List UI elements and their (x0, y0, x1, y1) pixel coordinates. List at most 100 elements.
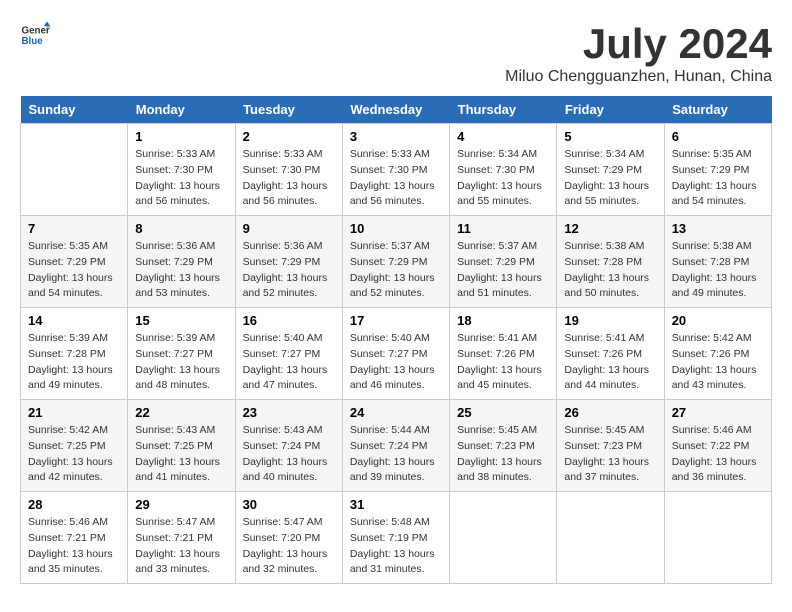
calendar-cell: 27Sunrise: 5:46 AMSunset: 7:22 PMDayligh… (664, 400, 771, 492)
calendar-cell: 4 Sunrise: 5:34 AMSunset: 7:30 PMDaylight… (450, 124, 557, 216)
day-number: 7 (28, 221, 120, 236)
calendar-cell: 20Sunrise: 5:42 AMSunset: 7:26 PMDayligh… (664, 308, 771, 400)
day-number: 28 (28, 497, 120, 512)
day-info: Sunrise: 5:48 AMSunset: 7:19 PMDaylight:… (350, 515, 442, 578)
calendar-cell: 14Sunrise: 5:39 AMSunset: 7:28 PMDayligh… (21, 308, 128, 400)
day-info: Sunrise: 5:41 AMSunset: 7:26 PMDaylight:… (564, 331, 656, 394)
day-info: Sunrise: 5:34 AMSunset: 7:29 PMDaylight:… (564, 147, 656, 210)
calendar-cell: 21 Sunrise: 5:42 AMSunset: 7:25 PMDayligh… (21, 400, 128, 492)
calendar-cell: 31 Sunrise: 5:48 AMSunset: 7:19 PMDayligh… (342, 492, 449, 584)
day-number: 4 (457, 129, 549, 144)
day-number: 24 (350, 405, 442, 420)
day-info: Sunrise: 5:47 AMSunset: 7:20 PMDaylight:… (243, 515, 335, 578)
day-info: Sunrise: 5:44 AMSunset: 7:24 PMDaylight:… (350, 423, 442, 486)
day-number: 13 (672, 221, 764, 236)
calendar-cell: 11 Sunrise: 5:37 AMSunset: 7:29 PMDayligh… (450, 216, 557, 308)
page-header: General Blue July 2024 Miluo Chengguanzh… (20, 20, 772, 86)
day-info: Sunrise: 5:43 AMSunset: 7:25 PMDaylight:… (135, 423, 227, 486)
calendar-cell: 26 Sunrise: 5:45 AMSunset: 7:23 PMDayligh… (557, 400, 664, 492)
day-info: Sunrise: 5:37 AMSunset: 7:29 PMDaylight:… (457, 239, 549, 302)
calendar-cell: 6 Sunrise: 5:35 AMSunset: 7:29 PMDaylight… (664, 124, 771, 216)
calendar-week-row: 1 Sunrise: 5:33 AMSunset: 7:30 PMDaylight… (21, 124, 772, 216)
day-info: Sunrise: 5:33 AMSunset: 7:30 PMDaylight:… (350, 147, 442, 210)
day-info: Sunrise: 5:42 AMSunset: 7:25 PMDaylight:… (28, 423, 120, 486)
weekday-header: Thursday (450, 96, 557, 124)
calendar-week-row: 14Sunrise: 5:39 AMSunset: 7:28 PMDayligh… (21, 308, 772, 400)
calendar-cell: 30 Sunrise: 5:47 AMSunset: 7:20 PMDayligh… (235, 492, 342, 584)
day-number: 11 (457, 221, 549, 236)
location-title: Miluo Chengguanzhen, Hunan, China (505, 68, 772, 86)
calendar-cell: 16 Sunrise: 5:40 AMSunset: 7:27 PMDayligh… (235, 308, 342, 400)
calendar-cell: 10 Sunrise: 5:37 AMSunset: 7:29 PMDayligh… (342, 216, 449, 308)
calendar-week-row: 7 Sunrise: 5:35 AMSunset: 7:29 PMDaylight… (21, 216, 772, 308)
day-number: 18 (457, 313, 549, 328)
day-info: Sunrise: 5:36 AMSunset: 7:29 PMDaylight:… (135, 239, 227, 302)
weekday-header: Saturday (664, 96, 771, 124)
day-info: Sunrise: 5:43 AMSunset: 7:24 PMDaylight:… (243, 423, 335, 486)
calendar-cell: 24 Sunrise: 5:44 AMSunset: 7:24 PMDayligh… (342, 400, 449, 492)
calendar-cell: 25 Sunrise: 5:45 AMSunset: 7:23 PMDayligh… (450, 400, 557, 492)
calendar-cell (557, 492, 664, 584)
day-number: 16 (243, 313, 335, 328)
svg-text:Blue: Blue (22, 36, 44, 47)
day-number: 8 (135, 221, 227, 236)
calendar-cell: 5 Sunrise: 5:34 AMSunset: 7:29 PMDaylight… (557, 124, 664, 216)
calendar-cell: 19 Sunrise: 5:41 AMSunset: 7:26 PMDayligh… (557, 308, 664, 400)
calendar-cell: 28 Sunrise: 5:46 AMSunset: 7:21 PMDayligh… (21, 492, 128, 584)
calendar-cell: 1 Sunrise: 5:33 AMSunset: 7:30 PMDaylight… (128, 124, 235, 216)
day-number: 31 (350, 497, 442, 512)
calendar-cell: 29 Sunrise: 5:47 AMSunset: 7:21 PMDayligh… (128, 492, 235, 584)
day-info: Sunrise: 5:37 AMSunset: 7:29 PMDaylight:… (350, 239, 442, 302)
day-number: 10 (350, 221, 442, 236)
calendar-cell: 13Sunrise: 5:38 AMSunset: 7:28 PMDayligh… (664, 216, 771, 308)
day-info: Sunrise: 5:35 AMSunset: 7:29 PMDaylight:… (672, 147, 764, 210)
day-info: Sunrise: 5:45 AMSunset: 7:23 PMDaylight:… (457, 423, 549, 486)
day-info: Sunrise: 5:34 AMSunset: 7:30 PMDaylight:… (457, 147, 549, 210)
day-number: 6 (672, 129, 764, 144)
day-number: 29 (135, 497, 227, 512)
calendar-cell (21, 124, 128, 216)
day-info: Sunrise: 5:41 AMSunset: 7:26 PMDaylight:… (457, 331, 549, 394)
day-info: Sunrise: 5:39 AMSunset: 7:28 PMDaylight:… (28, 331, 120, 394)
title-section: July 2024 Miluo Chengguanzhen, Hunan, Ch… (505, 20, 772, 86)
weekday-header-row: SundayMondayTuesdayWednesdayThursdayFrid… (21, 96, 772, 124)
calendar-cell: 17 Sunrise: 5:40 AMSunset: 7:27 PMDayligh… (342, 308, 449, 400)
day-info: Sunrise: 5:46 AMSunset: 7:21 PMDaylight:… (28, 515, 120, 578)
day-number: 1 (135, 129, 227, 144)
calendar-cell: 18 Sunrise: 5:41 AMSunset: 7:26 PMDayligh… (450, 308, 557, 400)
calendar-week-row: 21 Sunrise: 5:42 AMSunset: 7:25 PMDayligh… (21, 400, 772, 492)
calendar-cell: 23Sunrise: 5:43 AMSunset: 7:24 PMDayligh… (235, 400, 342, 492)
day-info: Sunrise: 5:42 AMSunset: 7:26 PMDaylight:… (672, 331, 764, 394)
day-number: 5 (564, 129, 656, 144)
day-info: Sunrise: 5:47 AMSunset: 7:21 PMDaylight:… (135, 515, 227, 578)
day-number: 26 (564, 405, 656, 420)
calendar-week-row: 28 Sunrise: 5:46 AMSunset: 7:21 PMDayligh… (21, 492, 772, 584)
day-info: Sunrise: 5:33 AMSunset: 7:30 PMDaylight:… (135, 147, 227, 210)
day-number: 2 (243, 129, 335, 144)
weekday-header: Tuesday (235, 96, 342, 124)
day-number: 30 (243, 497, 335, 512)
weekday-header: Sunday (21, 96, 128, 124)
day-info: Sunrise: 5:35 AMSunset: 7:29 PMDaylight:… (28, 239, 120, 302)
weekday-header: Monday (128, 96, 235, 124)
weekday-header: Wednesday (342, 96, 449, 124)
calendar-cell: 2Sunrise: 5:33 AMSunset: 7:30 PMDaylight… (235, 124, 342, 216)
day-info: Sunrise: 5:45 AMSunset: 7:23 PMDaylight:… (564, 423, 656, 486)
day-info: Sunrise: 5:36 AMSunset: 7:29 PMDaylight:… (243, 239, 335, 302)
day-info: Sunrise: 5:40 AMSunset: 7:27 PMDaylight:… (350, 331, 442, 394)
day-info: Sunrise: 5:38 AMSunset: 7:28 PMDaylight:… (564, 239, 656, 302)
day-number: 17 (350, 313, 442, 328)
day-number: 21 (28, 405, 120, 420)
svg-text:General: General (22, 26, 51, 37)
calendar-cell: 9 Sunrise: 5:36 AMSunset: 7:29 PMDaylight… (235, 216, 342, 308)
day-number: 25 (457, 405, 549, 420)
day-number: 19 (564, 313, 656, 328)
month-title: July 2024 (505, 20, 772, 68)
calendar-table: SundayMondayTuesdayWednesdayThursdayFrid… (20, 96, 772, 584)
day-info: Sunrise: 5:40 AMSunset: 7:27 PMDaylight:… (243, 331, 335, 394)
day-number: 15 (135, 313, 227, 328)
weekday-header: Friday (557, 96, 664, 124)
calendar-cell: 15Sunrise: 5:39 AMSunset: 7:27 PMDayligh… (128, 308, 235, 400)
day-number: 9 (243, 221, 335, 236)
calendar-cell: 22Sunrise: 5:43 AMSunset: 7:25 PMDayligh… (128, 400, 235, 492)
